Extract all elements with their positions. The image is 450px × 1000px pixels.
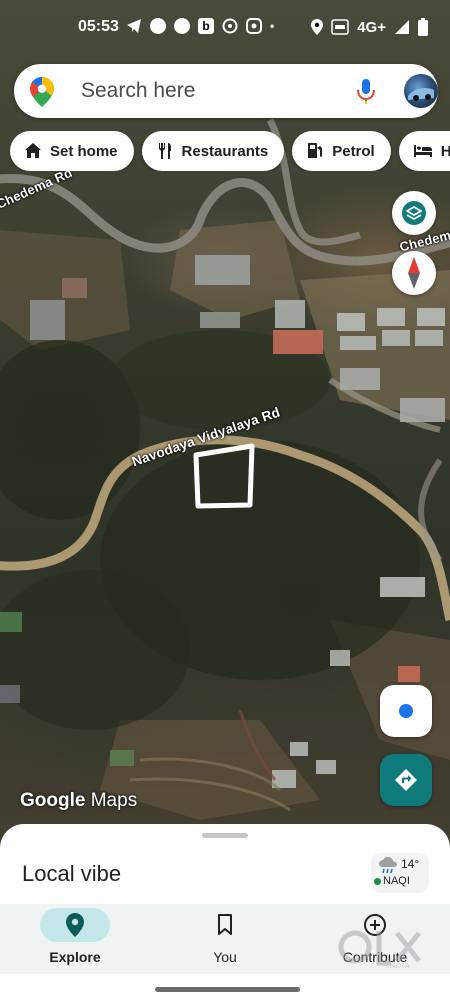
location-pin-icon xyxy=(66,913,84,937)
more-dot-icon: • xyxy=(270,19,275,33)
nav-icon-wrap xyxy=(190,908,260,942)
location-icon xyxy=(311,19,324,35)
chip-set-home[interactable]: Set home xyxy=(10,131,134,171)
olx-logo-icon xyxy=(338,930,421,966)
my-location-icon xyxy=(399,704,413,718)
gesture-home-bar[interactable] xyxy=(155,987,300,992)
notification-dot-icon xyxy=(174,18,190,34)
olx-subtext: INDIA xyxy=(387,963,411,970)
chip-label: Set home xyxy=(50,142,118,160)
bookmark-icon xyxy=(218,914,232,935)
nav-explore[interactable]: Explore xyxy=(15,904,145,974)
avatar-image-icon xyxy=(408,88,434,101)
search-input[interactable]: Search here xyxy=(81,79,195,103)
network-type: 4G+ xyxy=(357,18,386,36)
home-icon xyxy=(25,143,41,158)
directions-icon xyxy=(395,769,417,791)
status-notification-icons: b • xyxy=(126,18,274,34)
telegram-icon xyxy=(127,19,141,33)
app-badge-icon xyxy=(246,18,262,34)
chip-label: Ho xyxy=(440,142,450,160)
nav-label: You xyxy=(213,949,237,965)
logo-google: Google xyxy=(20,790,86,811)
chip-petrol[interactable]: Petrol xyxy=(292,131,391,171)
nav-active-pill xyxy=(40,908,110,942)
compass-button[interactable] xyxy=(392,251,436,295)
chip-label: Petrol xyxy=(332,142,375,160)
layers-icon xyxy=(402,201,426,225)
battery-icon xyxy=(418,18,428,36)
compass-icon xyxy=(408,257,420,289)
volte-icon xyxy=(331,19,349,35)
layers-button[interactable] xyxy=(392,191,436,235)
sheet-drag-handle[interactable] xyxy=(202,833,248,838)
google-maps-pin-icon xyxy=(30,77,54,107)
my-location-button[interactable] xyxy=(380,685,432,737)
bed-icon xyxy=(413,145,432,157)
status-time: 05:53 xyxy=(78,18,119,35)
status-system-icons: 4G+ xyxy=(311,18,428,36)
weather-aqi: NAQI xyxy=(383,875,410,887)
weather-chip[interactable]: 14° NAQI xyxy=(371,853,429,893)
chip-label: Restaurants xyxy=(181,142,269,160)
fork-knife-icon xyxy=(158,143,171,159)
quick-chips-row: Set home Restaurants Petrol Ho xyxy=(10,131,450,171)
signal-icon xyxy=(395,20,409,34)
weather-temp: 14° xyxy=(401,857,420,871)
nav-label: Explore xyxy=(49,949,101,965)
chip-restaurants[interactable]: Restaurants xyxy=(141,131,285,171)
notification-dot-icon xyxy=(150,18,166,34)
sheet-title: Local vibe xyxy=(22,861,122,886)
cloud-rain-icon xyxy=(379,857,397,874)
directions-button[interactable] xyxy=(380,754,432,806)
fuel-pump-icon xyxy=(308,143,323,158)
olx-watermark: INDIA xyxy=(335,925,425,975)
profile-avatar[interactable] xyxy=(404,74,438,108)
chip-hotels[interactable]: Ho xyxy=(398,131,450,171)
threads-icon xyxy=(222,18,238,34)
mic-icon[interactable] xyxy=(356,78,376,106)
aqi-status-dot xyxy=(374,878,381,885)
nav-you[interactable]: You xyxy=(165,904,295,974)
google-maps-logo: Google Maps xyxy=(20,790,137,812)
logo-maps: Maps xyxy=(90,790,138,811)
status-bar: 05:53 b • 4G+ xyxy=(0,0,450,56)
search-bar[interactable]: Search here xyxy=(14,64,438,118)
b-app-icon: b xyxy=(198,18,214,34)
